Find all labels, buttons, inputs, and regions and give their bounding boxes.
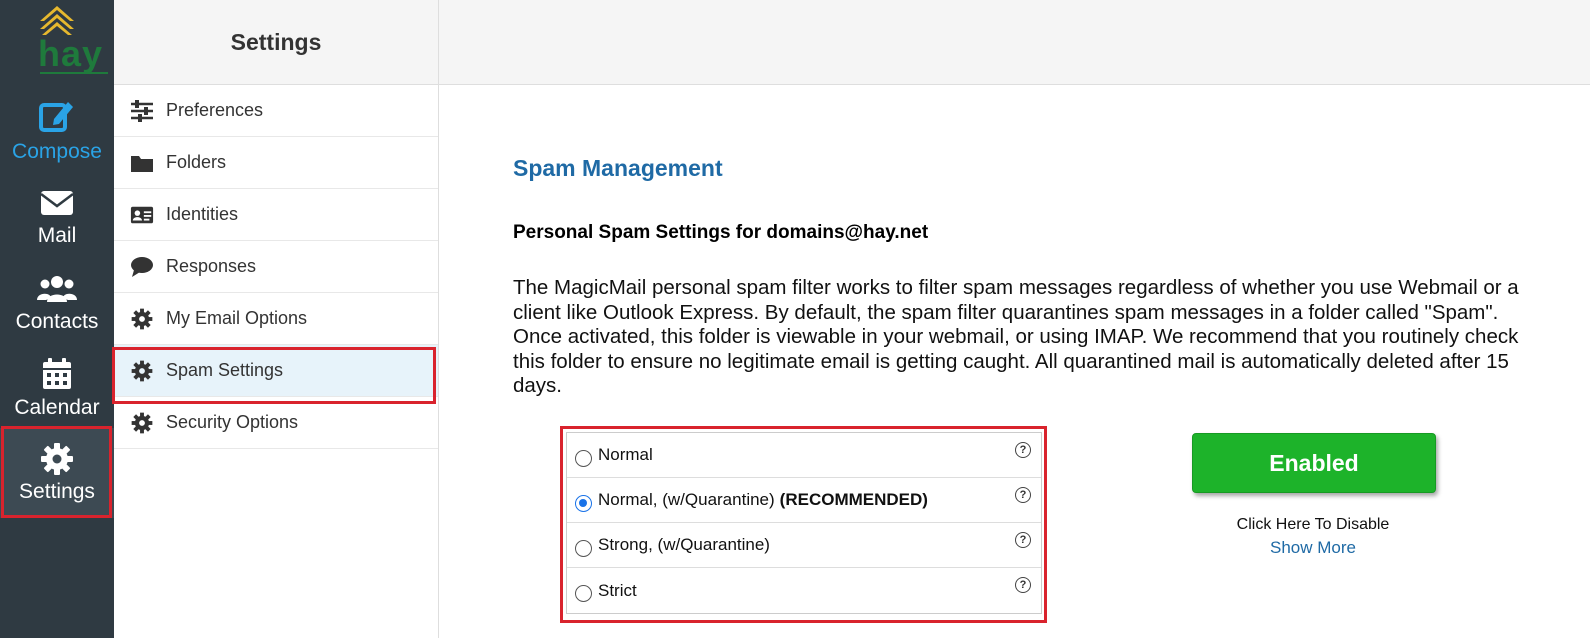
nav-title: Settings: [114, 0, 438, 85]
spam-filter-enabled-button[interactable]: Enabled: [1192, 433, 1436, 493]
help-icon[interactable]: ?: [1015, 532, 1031, 548]
nav-item-spam-settings[interactable]: Spam Settings: [114, 345, 438, 397]
page-title: Spam Management: [513, 155, 723, 181]
rail-mail[interactable]: Mail: [0, 186, 114, 272]
nav-label-preferences: Preferences: [166, 100, 264, 120]
rail-label-mail: Mail: [37, 224, 77, 247]
rail-compose[interactable]: Compose: [0, 96, 114, 182]
nav-item-folders[interactable]: Folders: [114, 137, 438, 189]
rail-contacts[interactable]: Contacts: [0, 272, 114, 358]
nav-label-identities: Identities: [166, 204, 239, 224]
nav-item-preferences[interactable]: Preferences: [114, 85, 438, 137]
logo-text: hay: [38, 33, 104, 74]
contacts-icon: [37, 276, 77, 302]
recommended-label: (RECOMMENDED): [779, 490, 928, 509]
spam-level-options: Normal ? Normal, (w/Quarantine) (RECOMME…: [566, 432, 1042, 614]
logo-underline: [40, 72, 108, 74]
sliders-icon: [130, 99, 154, 123]
nav-item-security-options[interactable]: Security Options: [114, 397, 438, 449]
settings-nav: Settings Preferences Folders Identities …: [114, 0, 439, 638]
nav-item-responses[interactable]: Responses: [114, 241, 438, 293]
option-label: Normal: [598, 445, 653, 464]
rail-label-calendar: Calendar: [14, 396, 100, 419]
gear-icon: [41, 443, 73, 475]
gear-icon: [130, 307, 154, 331]
radio-strong-quarantine[interactable]: [575, 539, 592, 557]
rail-label-settings: Settings: [19, 480, 95, 503]
rail-label-contacts: Contacts: [15, 310, 99, 333]
option-label: Normal, (w/Quarantine): [598, 490, 775, 509]
gear-icon: [130, 411, 154, 435]
compose-icon: [39, 102, 73, 132]
radio-strict[interactable]: [575, 585, 592, 602]
option-strong-quarantine[interactable]: Strong, (w/Quarantine) ?: [567, 523, 1041, 568]
option-label: Strict: [598, 580, 637, 600]
nav-label-security-options: Security Options: [166, 412, 299, 432]
content-topbar: [439, 0, 1590, 85]
help-icon[interactable]: ?: [1015, 577, 1031, 593]
nav-label-spam-settings: Spam Settings: [166, 360, 284, 380]
rail-label-compose: Compose: [12, 140, 102, 163]
spam-management-panel: Spam Management Personal Spam Settings f…: [513, 155, 1543, 399]
mail-icon: [40, 191, 74, 215]
spam-settings-subtitle: Personal Spam Settings for domains@hay.n…: [513, 222, 929, 243]
nav-item-my-email-options[interactable]: My Email Options: [114, 293, 438, 345]
help-icon[interactable]: ?: [1015, 442, 1031, 458]
id-card-icon: [130, 203, 154, 227]
show-more-link[interactable]: Show More: [1192, 538, 1434, 558]
hay-logo[interactable]: hay: [18, 4, 108, 76]
folder-icon: [130, 151, 154, 175]
option-strict[interactable]: Strict ?: [567, 568, 1041, 613]
option-normal[interactable]: Normal ?: [567, 433, 1041, 478]
gear-icon: [130, 359, 154, 383]
disable-hint[interactable]: Click Here To Disable: [1192, 516, 1434, 534]
calendar-icon: [43, 358, 71, 389]
nav-label-my-email-options: My Email Options: [166, 308, 308, 328]
rail-settings[interactable]: Settings: [0, 428, 114, 518]
nav-item-identities[interactable]: Identities: [114, 189, 438, 241]
radio-normal[interactable]: [575, 449, 592, 467]
option-label: Strong, (w/Quarantine): [598, 535, 770, 554]
spam-description: The MagicMail personal spam filter works…: [513, 276, 1519, 397]
radio-normal-quarantine[interactable]: [575, 494, 592, 512]
option-normal-quarantine[interactable]: Normal, (w/Quarantine) (RECOMMENDED) ?: [567, 478, 1041, 523]
app-rail: hay Compose Mail Contacts Calendar Setti…: [0, 0, 114, 638]
speech-bubble-icon: [130, 255, 154, 279]
help-icon[interactable]: ?: [1015, 487, 1031, 503]
nav-label-responses: Responses: [166, 256, 257, 276]
nav-label-folders: Folders: [166, 152, 227, 172]
